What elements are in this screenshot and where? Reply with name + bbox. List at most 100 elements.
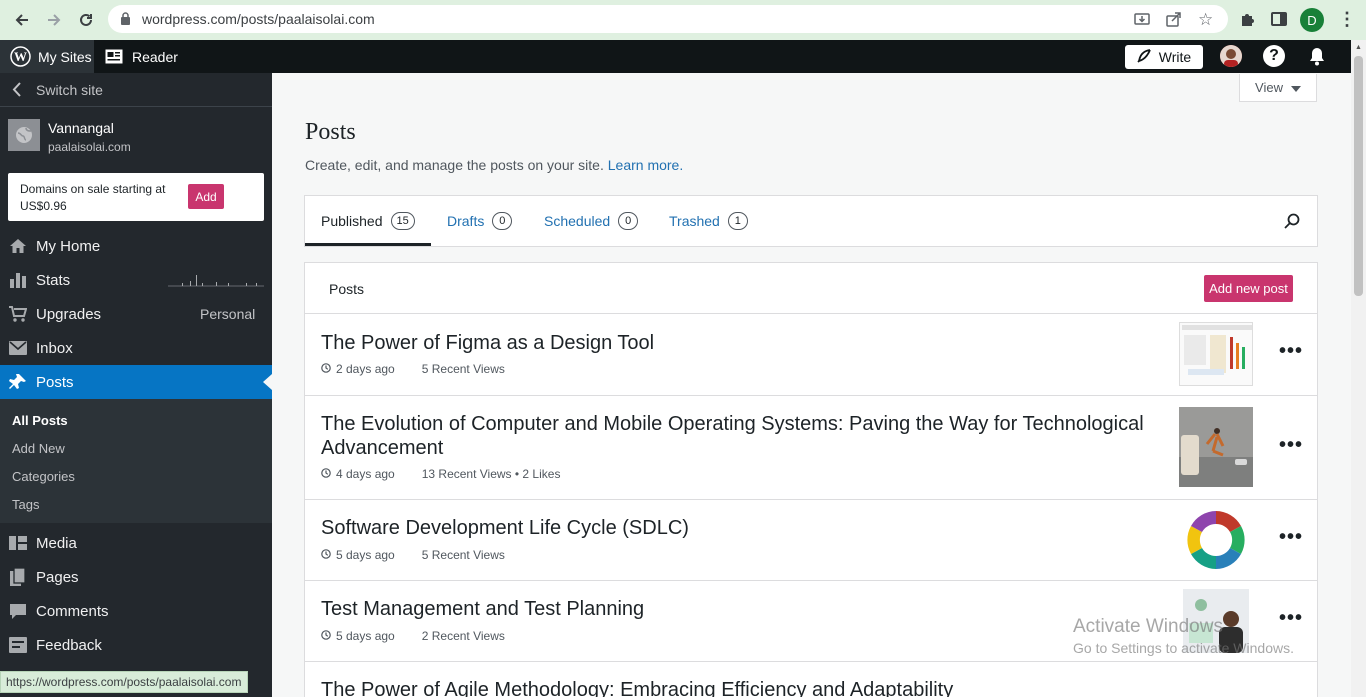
help-icon[interactable]: ? (1263, 45, 1285, 67)
address-bar[interactable]: wordpress.com/posts/paalaisolai.com ☆ (108, 5, 1228, 33)
sidebar-item-label: My Home (36, 237, 101, 255)
sidebar-item-label: Upgrades (36, 305, 102, 323)
view-dropdown[interactable]: View (1239, 74, 1317, 102)
stats-icon (9, 271, 27, 289)
sidebar-item-comments[interactable]: Comments (0, 594, 272, 628)
post-meta: 5 days ago 2 Recent Views (321, 629, 505, 643)
side-panel-icon[interactable] (1271, 11, 1287, 32)
mail-icon (9, 339, 27, 357)
tab-label: Scheduled (544, 213, 611, 229)
more-options-icon[interactable]: ••• (1279, 434, 1303, 457)
page-scrollbar[interactable]: ▲ (1351, 40, 1366, 697)
forward-icon[interactable] (42, 8, 66, 32)
sidebar-item-my-home[interactable]: My Home (0, 229, 272, 263)
post-title[interactable]: Software Development Life Cycle (SDLC) (321, 516, 1171, 540)
clock-icon (321, 362, 331, 376)
post-time: 5 days ago (336, 548, 395, 562)
sidebar-item-label: Pages (36, 568, 79, 586)
tab-scheduled[interactable]: Scheduled 0 (544, 196, 639, 246)
view-label: View (1255, 80, 1283, 95)
stats-sparkline (168, 271, 264, 291)
post-time: 2 days ago (336, 362, 395, 376)
post-title[interactable]: The Power of Agile Methodology: Embracin… (321, 678, 1171, 697)
domain-promo-banner: Domains on sale starting at US$0.96 Add (8, 173, 264, 221)
scroll-up-arrow-icon[interactable]: ▲ (1355, 44, 1362, 51)
sidebar-item-upgrades[interactable]: Upgrades Personal (0, 297, 272, 331)
site-card[interactable]: Vannangal paalaisolai.com (0, 107, 272, 159)
submenu-all-posts[interactable]: All Posts (12, 413, 68, 428)
write-label: Write (1158, 49, 1192, 65)
sidebar-item-posts[interactable]: Posts (0, 365, 272, 399)
reader-label: Reader (132, 49, 178, 65)
post-thumbnail (1179, 507, 1253, 573)
clock-icon (321, 467, 331, 481)
user-avatar[interactable] (1220, 45, 1242, 67)
submenu-add-new[interactable]: Add New (12, 441, 65, 456)
tab-label: Trashed (669, 213, 720, 229)
scrollbar-thumb[interactable] (1354, 56, 1363, 296)
sidebar-item-inbox[interactable]: Inbox (0, 331, 272, 365)
write-button[interactable]: Write (1125, 45, 1203, 69)
submenu-categories[interactable]: Categories (12, 469, 75, 484)
feather-icon (1137, 48, 1151, 66)
browser-menu-icon[interactable]: ⋮ (1338, 9, 1356, 30)
bookmark-star-icon[interactable]: ☆ (1198, 10, 1213, 30)
page-title: Posts (305, 119, 356, 145)
activate-windows-title: Activate Windows (1073, 616, 1223, 637)
post-title[interactable]: The Evolution of Computer and Mobile Ope… (321, 412, 1171, 460)
tab-drafts[interactable]: Drafts 0 (447, 196, 513, 246)
tab-count: 0 (492, 212, 513, 230)
post-row[interactable]: Software Development Life Cycle (SDLC) 5… (305, 499, 1317, 580)
my-sites-button[interactable]: W My Sites (0, 40, 94, 73)
posts-submenu: All Posts Add New Categories Tags (0, 399, 272, 523)
learn-more-link[interactable]: Learn more. (608, 157, 683, 173)
page-subtitle: Create, edit, and manage the posts on yo… (305, 157, 683, 173)
add-new-post-button[interactable]: Add new post (1204, 275, 1293, 302)
post-meta: 2 days ago 5 Recent Views (321, 362, 505, 376)
post-row[interactable]: The Evolution of Computer and Mobile Ope… (305, 395, 1317, 499)
back-icon[interactable] (10, 8, 34, 32)
tab-published[interactable]: Published 15 (321, 196, 415, 246)
post-row[interactable]: The Power of Figma as a Design Tool 2 da… (305, 313, 1317, 395)
comment-icon (9, 602, 27, 620)
domain-add-button[interactable]: Add (188, 184, 224, 209)
address-url[interactable]: wordpress.com/posts/paalaisolai.com (142, 11, 375, 27)
sidebar-item-label: Posts (36, 373, 74, 391)
post-stats: 5 Recent Views (421, 362, 505, 376)
post-stats: 5 Recent Views (421, 548, 505, 562)
install-icon[interactable] (1134, 11, 1150, 32)
share-icon[interactable] (1166, 11, 1182, 32)
sidebar-item-pages[interactable]: Pages (0, 560, 272, 594)
profile-avatar[interactable]: D (1300, 8, 1324, 32)
post-meta: 5 days ago 5 Recent Views (321, 548, 505, 562)
more-options-icon[interactable]: ••• (1279, 340, 1303, 363)
post-meta: 4 days ago 13 Recent Views • 2 Likes (321, 467, 560, 481)
reader-icon (105, 49, 123, 67)
svg-text:W: W (14, 49, 27, 64)
sidebar-item-feedback[interactable]: Feedback (0, 628, 272, 662)
sidebar-item-label: Media (36, 534, 77, 552)
post-stats: 2 Recent Views (421, 629, 505, 643)
sidebar: Switch site Vannangal paalaisolai.com Do… (0, 73, 272, 697)
sidebar-item-stats[interactable]: Stats (0, 263, 272, 297)
reload-icon[interactable] (74, 8, 98, 32)
post-row[interactable]: The Power of Agile Methodology: Embracin… (305, 661, 1317, 697)
submenu-tags[interactable]: Tags (12, 497, 39, 512)
more-options-icon[interactable]: ••• (1279, 607, 1303, 630)
post-thumbnail (1179, 407, 1253, 487)
more-options-icon[interactable]: ••• (1279, 526, 1303, 549)
post-title[interactable]: The Power of Figma as a Design Tool (321, 331, 1171, 355)
plan-badge: Personal (200, 306, 256, 322)
switch-site-link[interactable]: Switch site (0, 73, 272, 107)
clock-icon (321, 548, 331, 562)
search-icon[interactable] (1284, 213, 1300, 234)
post-thumbnail (1179, 322, 1253, 386)
sidebar-item-media[interactable]: Media (0, 526, 272, 560)
extensions-icon[interactable] (1239, 10, 1257, 33)
tab-trashed[interactable]: Trashed 1 (669, 196, 748, 246)
notifications-bell-icon[interactable] (1307, 46, 1327, 71)
tab-label: Drafts (447, 213, 485, 229)
reader-button[interactable]: Reader (94, 40, 184, 73)
media-icon (9, 534, 27, 552)
post-title[interactable]: Test Management and Test Planning (321, 597, 1171, 621)
